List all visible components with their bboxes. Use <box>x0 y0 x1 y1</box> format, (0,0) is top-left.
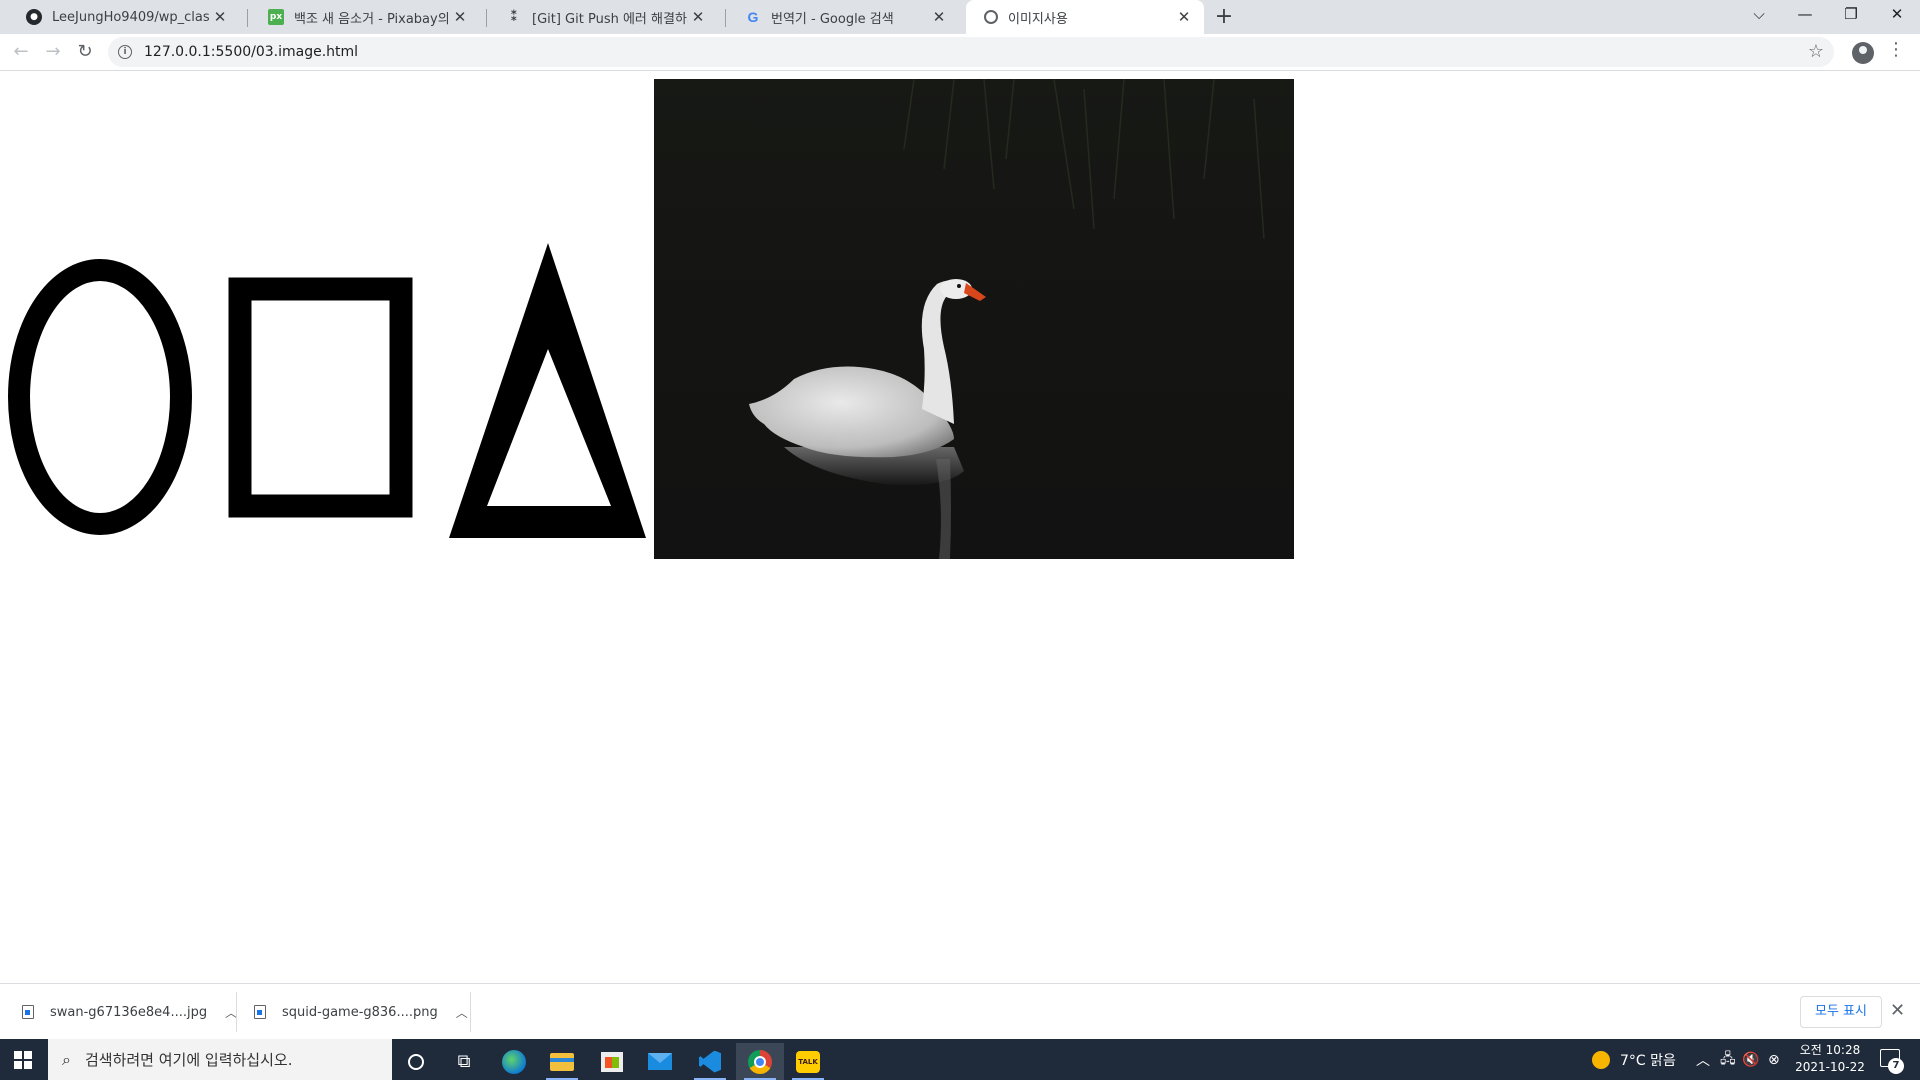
info-icon[interactable]: i <box>118 45 132 59</box>
search-icon: ⌕ <box>62 1049 71 1069</box>
globe-icon <box>984 10 998 24</box>
notification-badge: 7 <box>1888 1058 1904 1074</box>
show-all-button[interactable]: 모두 표시 <box>1800 996 1882 1028</box>
network-icon: 🖧 <box>1720 1050 1736 1067</box>
tab-pixabay[interactable]: px 백조 새 음소거 - Pixabay의 무료 ✕ <box>250 0 480 34</box>
vscode-icon <box>699 1050 721 1073</box>
file-icon <box>22 1005 34 1019</box>
weather-text: 7°C 맑음 <box>1620 1052 1676 1069</box>
url-text[interactable]: 127.0.0.1:5500/03.image.html <box>144 44 358 60</box>
new-tab-button[interactable]: + <box>1210 4 1238 32</box>
windows-taskbar: ⌕ 검색하려면 여기에 입력하십시오. ⧉ TALK 7°C 맑음 ︿ 🖧 🔇 … <box>0 1039 1920 1080</box>
close-icon[interactable]: ✕ <box>450 8 470 26</box>
chevron-up-icon: ︿ <box>1696 1052 1710 1069</box>
tray-overflow-button[interactable]: ︿ <box>1696 1039 1710 1080</box>
mail-button[interactable] <box>636 1043 684 1080</box>
cortana-icon <box>408 1053 424 1070</box>
profile-avatar[interactable] <box>1852 42 1874 64</box>
edge-button[interactable] <box>490 1043 538 1080</box>
restore-button[interactable]: ❐ <box>1828 0 1874 30</box>
chrome-icon <box>748 1049 772 1074</box>
network-button[interactable]: 🖧 <box>1720 1039 1736 1080</box>
tab-strip: ● LeeJungHo9409/wp_class ✕ px 백조 새 음소거 -… <box>0 0 1920 34</box>
clock-date: 2021-10-22 <box>1795 1060 1865 1074</box>
tab-separator <box>486 9 487 27</box>
tab-git[interactable]: ⁑ [Git] Git Push 에러 해결하기 (err ✕ <box>488 0 718 34</box>
tab-separator <box>247 9 248 27</box>
download-separator <box>470 992 471 1032</box>
store-button[interactable] <box>588 1043 636 1080</box>
close-icon[interactable]: ✕ <box>210 8 230 26</box>
clock-time: 오전 10:28 <box>1799 1043 1861 1057</box>
folder-icon <box>550 1052 574 1071</box>
volume-button[interactable]: 🔇 <box>1742 1039 1759 1080</box>
download-filename[interactable]: swan-g67136e8e4....jpg <box>50 1005 207 1020</box>
download-item[interactable]: squid-game-g836....png ︿ <box>254 984 468 1040</box>
tab-image-use[interactable]: 이미지사용 ✕ <box>966 0 1204 34</box>
download-filename[interactable]: squid-game-g836....png <box>282 1005 438 1020</box>
ime-icon: ⊗ <box>1768 1051 1780 1068</box>
file-explorer-button[interactable] <box>538 1043 586 1080</box>
close-icon[interactable]: ✕ <box>929 8 949 26</box>
chevron-up-icon[interactable]: ︿ <box>456 1004 468 1021</box>
kebab-menu-icon[interactable]: ⋮ <box>1886 39 1906 60</box>
git-icon: ⁑ <box>510 9 518 25</box>
forward-button[interactable]: → <box>39 39 67 67</box>
vscode-button[interactable] <box>686 1043 734 1080</box>
tab-separator <box>725 9 726 27</box>
pixabay-icon: px <box>268 9 284 25</box>
download-shelf: swan-g67136e8e4....jpg ︿ squid-game-g836… <box>0 983 1920 1039</box>
tab-title: [Git] Git Push 에러 해결하기 (err <box>532 11 688 27</box>
address-bar[interactable]: i 127.0.0.1:5500/03.image.html ☆ <box>108 37 1834 67</box>
cortana-button[interactable] <box>392 1043 440 1080</box>
download-item[interactable]: swan-g67136e8e4....jpg ︿ <box>22 984 237 1040</box>
browser-toolbar: ← → ↻ i 127.0.0.1:5500/03.image.html ☆ ⋮ <box>0 34 1920 71</box>
taskbar-search-box[interactable]: ⌕ 검색하려면 여기에 입력하십시오. <box>48 1039 392 1080</box>
tab-title: LeeJungHo9409/wp_class <box>52 9 210 25</box>
close-icon[interactable]: ✕ <box>1174 8 1194 26</box>
page-content <box>0 71 1920 983</box>
swan-photo <box>654 79 1294 559</box>
file-icon <box>254 1005 266 1019</box>
bookmark-star-icon[interactable]: ☆ <box>1808 41 1824 62</box>
circle-shape <box>8 259 192 535</box>
ime-button[interactable]: ⊗ <box>1768 1039 1780 1080</box>
taskbar-clock[interactable]: 오전 10:28 2021-10-22 <box>1790 1042 1870 1076</box>
kakaotalk-button[interactable]: TALK <box>784 1043 832 1080</box>
tab-google[interactable]: G 번역기 - Google 검색 ✕ <box>727 0 959 34</box>
download-separator <box>236 992 237 1032</box>
edge-icon <box>502 1049 526 1074</box>
weather-widget[interactable]: 7°C 맑음 <box>1592 1039 1676 1080</box>
kakaotalk-icon: TALK <box>796 1050 820 1073</box>
windows-start-icon[interactable] <box>14 1051 32 1069</box>
sun-icon <box>1592 1050 1610 1069</box>
minimize-button[interactable]: — <box>1782 0 1828 30</box>
tab-title: 이미지사용 <box>1008 11 1068 27</box>
tab-github[interactable]: ● LeeJungHo9409/wp_class ✕ <box>8 0 240 34</box>
mail-icon <box>648 1053 672 1070</box>
close-icon[interactable]: ✕ <box>688 8 708 26</box>
tab-search-chevron-icon[interactable]: ⌵ <box>1736 0 1782 30</box>
close-window-button[interactable]: ✕ <box>1874 0 1920 30</box>
shape-symbols-image <box>8 243 646 538</box>
close-icon[interactable]: ✕ <box>1890 1000 1905 1021</box>
square-shape <box>228 277 413 518</box>
reload-button[interactable]: ↻ <box>71 39 99 67</box>
back-button[interactable]: ← <box>7 39 35 67</box>
task-view-button[interactable]: ⧉ <box>440 1043 488 1080</box>
tab-title: 번역기 - Google 검색 <box>771 11 894 27</box>
store-icon <box>601 1051 623 1072</box>
tab-title: 백조 새 음소거 - Pixabay의 무료 <box>294 11 450 27</box>
chrome-button[interactable] <box>736 1043 784 1080</box>
google-icon: G <box>747 9 759 25</box>
github-icon: ● <box>26 9 42 25</box>
task-view-icon: ⧉ <box>457 1051 471 1072</box>
volume-muted-icon: 🔇 <box>1742 1051 1760 1068</box>
search-placeholder: 검색하려면 여기에 입력하십시오. <box>84 1051 293 1069</box>
